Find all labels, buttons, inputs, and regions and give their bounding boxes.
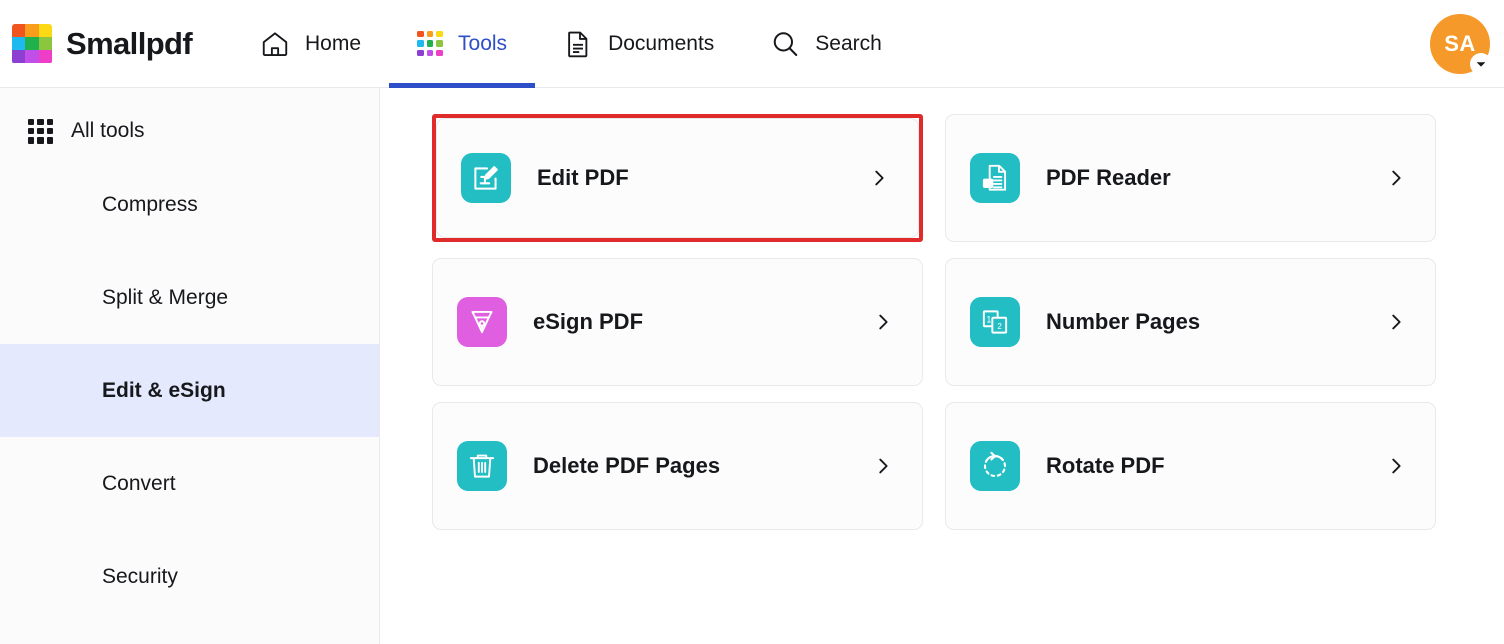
logo-cell	[12, 24, 25, 37]
sidebar-item-compress[interactable]: Compress	[0, 158, 379, 251]
esign-pdf-icon	[457, 297, 507, 347]
tool-card-esign-pdf[interactable]: eSign PDF	[432, 258, 923, 386]
avatar-initials: SA	[1444, 31, 1476, 57]
tool-card-rotate-pdf[interactable]: Rotate PDF	[945, 402, 1436, 530]
tool-card-slot-pdf-reader: PDF Reader	[945, 114, 1436, 242]
sidebar-item-all-tools[interactable]: All tools	[0, 104, 379, 158]
grid-cell	[47, 137, 53, 143]
grid-cell	[47, 128, 53, 134]
nav-item-tools[interactable]: Tools	[389, 0, 535, 87]
sidebar-item-edit-esign[interactable]: Edit & eSign	[0, 344, 379, 437]
chevron-right-icon	[868, 167, 890, 189]
tools-dot	[417, 40, 424, 47]
tool-card-number-pages[interactable]: 1 2 Number Pages	[945, 258, 1436, 386]
tool-card-slot-rotate-pdf: Rotate PDF	[945, 402, 1436, 530]
grid-cell	[28, 119, 34, 125]
tools-dot	[436, 50, 443, 57]
chevron-right-icon	[1385, 311, 1407, 333]
tool-label-esign-pdf: eSign PDF	[533, 309, 872, 335]
rotate-pdf-icon	[970, 441, 1020, 491]
nav-label-tools: Tools	[458, 32, 507, 56]
tools-dot	[427, 50, 434, 57]
nav-item-search[interactable]: Search	[742, 0, 910, 87]
pdf-reader-icon	[970, 153, 1020, 203]
document-icon	[563, 29, 593, 59]
tool-label-pdf-reader: PDF Reader	[1046, 165, 1385, 191]
smallpdf-logo-grid-icon	[12, 24, 52, 64]
logo-cell	[25, 37, 38, 50]
grid-cell	[47, 119, 53, 125]
grid-cell	[37, 137, 43, 143]
tool-card-slot-delete-pdf-pages: Delete PDF Pages	[432, 402, 923, 530]
tools-dot	[436, 31, 443, 38]
svg-text:2: 2	[997, 322, 1002, 331]
logo-cell	[12, 50, 25, 63]
logo-cell	[39, 37, 52, 50]
tools-dot	[436, 40, 443, 47]
grid-cell	[37, 119, 43, 125]
logo-cell	[39, 50, 52, 63]
sidebar-item-split-merge[interactable]: Split & Merge	[0, 251, 379, 344]
sidebar-item-security[interactable]: Security	[0, 530, 379, 623]
sidebar-label-edit-esign: Edit & eSign	[102, 379, 226, 403]
chevron-down-icon[interactable]	[1470, 53, 1492, 75]
tool-label-delete-pdf-pages: Delete PDF Pages	[533, 453, 872, 479]
chevron-right-icon	[872, 455, 894, 477]
delete-pages-icon	[457, 441, 507, 491]
page-body: All tools Compress Split & Merge Edit & …	[0, 88, 1504, 644]
sidebar-label-all-tools: All tools	[71, 119, 145, 143]
chevron-right-icon	[1385, 455, 1407, 477]
grid-cell	[28, 128, 34, 134]
nav-item-documents[interactable]: Documents	[535, 0, 742, 87]
tools-panel: Edit PDF	[380, 88, 1504, 644]
sidebar-item-convert[interactable]: Convert	[0, 437, 379, 530]
account-menu[interactable]: SA	[1430, 14, 1490, 74]
sidebar: All tools Compress Split & Merge Edit & …	[0, 88, 380, 644]
tool-label-rotate-pdf: Rotate PDF	[1046, 453, 1385, 479]
tool-card-edit-pdf[interactable]: Edit PDF	[436, 118, 919, 238]
chevron-right-icon	[872, 311, 894, 333]
nav-label-documents: Documents	[608, 32, 714, 56]
sidebar-label-convert: Convert	[102, 472, 176, 496]
tool-card-delete-pdf-pages[interactable]: Delete PDF Pages	[432, 402, 923, 530]
main-nav: Home Tools Documents	[232, 0, 910, 87]
logo-cell	[12, 37, 25, 50]
tool-card-pdf-reader[interactable]: PDF Reader	[945, 114, 1436, 242]
tool-label-edit-pdf: Edit PDF	[537, 165, 868, 191]
logo-cell	[25, 24, 38, 37]
logo-cell	[39, 24, 52, 37]
brand-logo[interactable]: Smallpdf	[0, 24, 232, 64]
logo-cell	[25, 50, 38, 63]
nav-label-search: Search	[815, 32, 882, 56]
tools-dot	[427, 40, 434, 47]
chevron-right-icon	[1385, 167, 1407, 189]
sidebar-label-split-merge: Split & Merge	[102, 286, 228, 310]
tool-card-slot-esign-pdf: eSign PDF	[432, 258, 923, 386]
sidebar-label-security: Security	[102, 565, 178, 589]
tools-dot	[417, 31, 424, 38]
number-pages-icon: 1 2	[970, 297, 1020, 347]
nav-label-home: Home	[305, 32, 361, 56]
home-icon	[260, 29, 290, 59]
tool-card-grid: Edit PDF	[432, 114, 1436, 530]
grid-cell	[28, 137, 34, 143]
edit-pdf-icon	[461, 153, 511, 203]
tools-dot	[427, 31, 434, 38]
tool-card-slot-number-pages: 1 2 Number Pages	[945, 258, 1436, 386]
tools-dot	[417, 50, 424, 57]
search-icon	[770, 29, 800, 59]
top-navigation-bar: Smallpdf Home Tools	[0, 0, 1504, 88]
sidebar-label-compress: Compress	[102, 193, 198, 217]
tool-card-slot-edit-pdf: Edit PDF	[432, 114, 923, 242]
brand-name: Smallpdf	[66, 26, 192, 62]
grid-icon	[28, 119, 53, 144]
tools-grid-icon	[417, 31, 443, 57]
grid-cell	[37, 128, 43, 134]
svg-text:1: 1	[986, 314, 991, 324]
tool-label-number-pages: Number Pages	[1046, 309, 1385, 335]
nav-item-home[interactable]: Home	[232, 0, 389, 87]
